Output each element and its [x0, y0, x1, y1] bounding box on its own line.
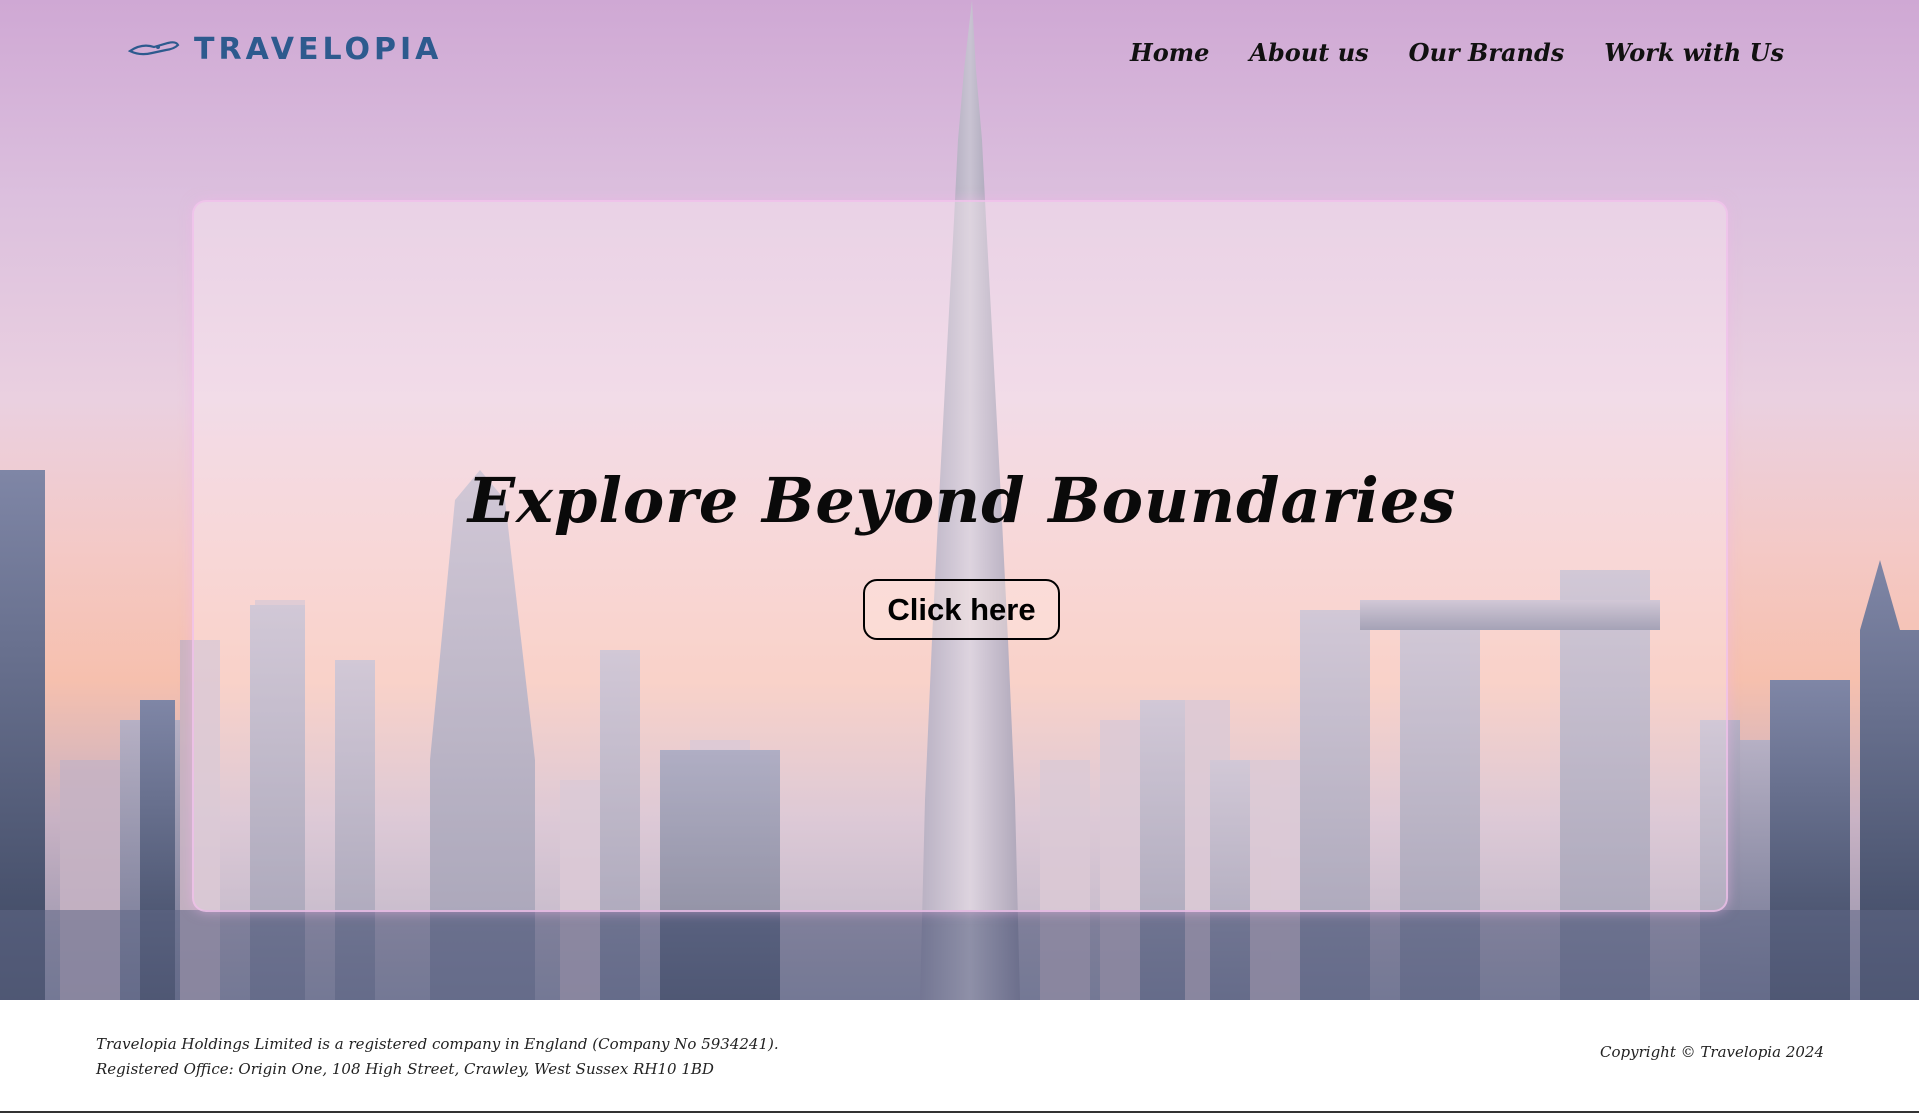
hero-headline: Explore Beyond Boundaries: [467, 464, 1457, 537]
registered-office-text: Registered Office: Origin One, 108 High …: [96, 1060, 714, 1078]
nav-home[interactable]: Home: [1130, 38, 1209, 67]
page-footer: Travelopia Holdings Limited is a registe…: [0, 1000, 1919, 1113]
click-here-button[interactable]: Click here: [863, 579, 1060, 640]
company-info: Travelopia Holdings Limited is a registe…: [96, 1032, 779, 1082]
airplane-icon: [127, 37, 180, 63]
main-nav: Home About us Our Brands Work with Us: [1130, 38, 1784, 67]
hero-section: TRAVELOPIA Home About us Our Brands Work…: [0, 0, 1919, 1000]
nav-work-with-us[interactable]: Work with Us: [1604, 38, 1784, 67]
nav-our-brands[interactable]: Our Brands: [1409, 38, 1565, 67]
top-navbar: TRAVELOPIA Home About us Our Brands Work…: [0, 0, 1919, 110]
brand-name: TRAVELOPIA: [194, 32, 443, 67]
company-registration-text: Travelopia Holdings Limited is a registe…: [96, 1035, 779, 1053]
nav-about-us[interactable]: About us: [1249, 38, 1368, 67]
hero-glass-panel: Explore Beyond Boundaries Click here: [192, 200, 1728, 912]
brand-logo[interactable]: TRAVELOPIA: [127, 32, 443, 67]
copyright-text: Copyright © Travelopia 2024: [1600, 1043, 1824, 1061]
